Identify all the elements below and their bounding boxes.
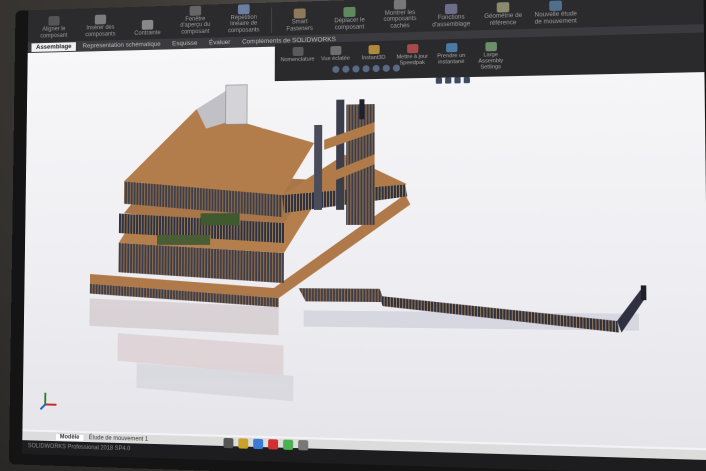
monitor: Aligner le composant Insérer des composa… [8,0,706,471]
status-text: SOLIDWORKS Professional 2018 SP4.0 [27,443,131,453]
interior-panel [200,213,240,226]
mate-icon [141,19,154,30]
stair-tower [226,85,248,125]
taskbar-app-icon[interactable] [298,439,309,451]
interior-panel [156,235,211,245]
reference-geometry-icon [496,2,510,13]
tab-assemblage[interactable]: Assemblage [31,42,77,52]
toolbar-separator [271,7,273,33]
tower-column [336,99,345,210]
preview-window-icon [189,5,202,16]
fasteners-icon [293,8,306,19]
end-post [640,285,647,301]
taskbar-app-icon[interactable] [268,439,279,450]
toolbar-item-align[interactable]: Aligner le composant [33,15,74,40]
assembly-features-icon [444,3,458,15]
taskbar-app-icon[interactable] [223,437,234,449]
motion-study-icon [549,0,563,12]
align-icon [48,15,60,26]
move-component-icon [343,6,356,18]
solidworks-window: Aligner le composant Insérer des composa… [22,0,706,471]
tab-evaluer[interactable]: Évaluer [204,38,235,48]
insert-components-icon [94,14,107,25]
taskbar-app-icon[interactable] [238,438,249,449]
toolbar-item-move[interactable]: Déplacer le composant [327,6,371,31]
show-hidden-icon [393,0,407,10]
tab-motion-study[interactable]: Étude de mouvement 1 [89,435,148,443]
tower-post [359,99,365,120]
toolbar-item-motion-study[interactable]: Nouvelle étude de mouvement [532,0,579,26]
toolbar-item-linear-pattern[interactable]: Répétition linéaire de composants [222,3,265,34]
toolbar-item-insert[interactable]: Insérer des composants [80,14,121,38]
tab-esquisse[interactable]: Esquisse [167,39,202,49]
axis-triad-icon [40,391,59,411]
tab-modele[interactable]: Modèle [55,433,84,441]
toolbar-item-show-hidden[interactable]: Montrer les composants cachés [378,0,423,30]
low-wall-segment [298,288,385,303]
toolbar-item-mate[interactable]: Contrainte [127,19,169,37]
assembly-model[interactable] [22,36,706,449]
toolbar-item-reference-geometry[interactable]: Géométrie de référence [480,2,526,28]
taskbar-app-icon[interactable] [253,438,264,450]
toolbar-item-assembly-features[interactable]: Fonctions d'assemblage [429,3,474,28]
toolbar-item-preview[interactable]: Fenêtre d'aperçu du composant [174,5,217,36]
tower-column [313,124,323,210]
linear-pattern-icon [237,3,250,14]
taskbar-app-icon[interactable] [283,439,294,451]
toolbar-item-fasteners[interactable]: Smart Fasteners [278,8,322,33]
